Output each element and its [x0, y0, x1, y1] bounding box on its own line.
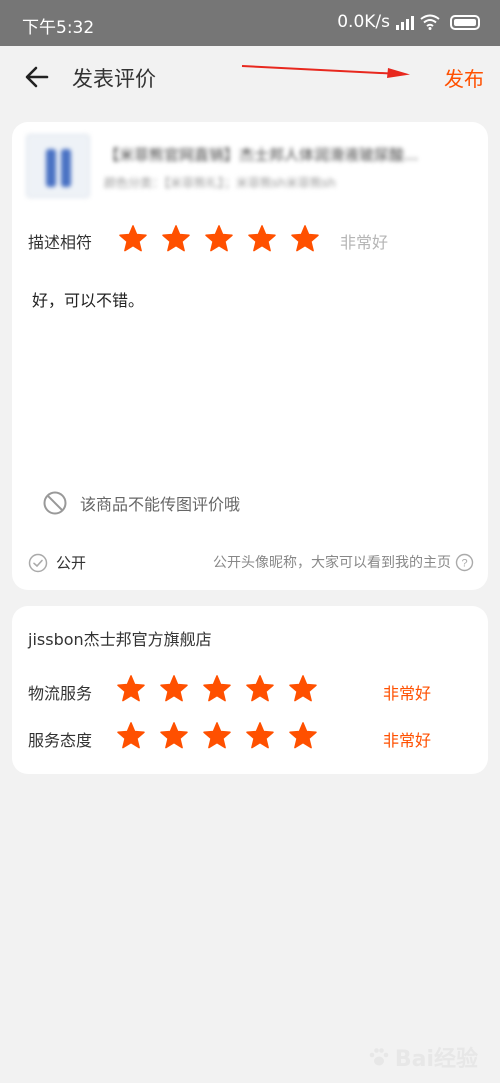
service-rating-stars[interactable] — [116, 721, 318, 751]
page-title: 发表评价 — [72, 67, 156, 91]
product-info: 【米菲熊官网直销】杰士邦人体润滑液玻尿酸... 颜色分类：【米菲熊礼】；米菲熊s… — [26, 134, 474, 210]
star-icon[interactable] — [159, 674, 189, 704]
check-circle-icon — [28, 553, 48, 572]
logistics-rating-grade: 非常好 — [383, 684, 432, 703]
shop-name: jissbon杰士邦官方旗舰店 — [28, 630, 212, 649]
description-rating-grade: 非常好 — [340, 233, 389, 252]
no-image-notice: 该商品不能传图评价哦 — [42, 490, 240, 516]
service-rating-label: 服务态度 — [28, 731, 93, 750]
star-icon[interactable] — [202, 721, 232, 751]
svg-text:?: ? — [461, 557, 467, 569]
service-rating-grade: 非常好 — [383, 731, 432, 750]
privacy-hint-text: 公开头像昵称，大家可以看到我的主页 — [213, 555, 451, 571]
product-title: 【米菲熊官网直销】杰士邦人体润滑液玻尿酸... — [104, 146, 419, 164]
network-speed: 0.0K/s — [337, 12, 390, 32]
star-icon[interactable] — [161, 224, 191, 254]
description-rating-label: 描述相符 — [28, 233, 93, 252]
status-time: 下午5:32 — [22, 18, 95, 38]
paw-icon — [369, 1048, 389, 1066]
watermark: Bai经验 — [367, 1041, 478, 1073]
description-rating-stars[interactable] — [118, 224, 320, 254]
logistics-rating-label: 物流服务 — [28, 684, 93, 703]
logistics-rating-stars[interactable] — [116, 674, 318, 704]
product-subtitle: 颜色分类：【米菲熊礼】；米菲熊sh米菲熊sh — [104, 176, 336, 190]
item-review-card: 【米菲熊官网直销】杰士邦人体润滑液玻尿酸... 颜色分类：【米菲熊礼】；米菲熊s… — [12, 122, 488, 590]
star-icon[interactable] — [288, 674, 318, 704]
watermark-text: Bai经验 — [394, 1047, 478, 1072]
product-thumbnail — [26, 134, 90, 198]
back-arrow-icon[interactable] — [22, 62, 52, 92]
signal-icon — [396, 15, 414, 30]
public-label: 公开 — [56, 554, 87, 572]
shop-rating-card: jissbon杰士邦官方旗舰店 物流服务 非常好 服务态度 非常好 — [12, 606, 488, 774]
star-icon[interactable] — [245, 674, 275, 704]
star-icon[interactable] — [288, 721, 318, 751]
help-icon[interactable]: ? — [455, 553, 474, 572]
battery-icon — [450, 14, 480, 30]
public-toggle[interactable]: 公开 — [28, 552, 86, 573]
star-icon[interactable] — [202, 674, 232, 704]
publish-button[interactable]: 发布 — [444, 63, 484, 92]
star-icon[interactable] — [204, 224, 234, 254]
annotation-arrow — [241, 65, 410, 78]
star-icon[interactable] — [290, 224, 320, 254]
no-image-text: 该商品不能传图评价哦 — [80, 495, 241, 514]
star-icon[interactable] — [116, 721, 146, 751]
privacy-hint: 公开头像昵称，大家可以看到我的主页 ? — [213, 552, 474, 572]
wifi-icon — [420, 14, 440, 30]
prohibited-icon — [43, 491, 67, 515]
star-icon[interactable] — [159, 721, 189, 751]
comment-textarea[interactable]: 好，可以不错。 — [32, 287, 144, 311]
star-icon[interactable] — [118, 224, 148, 254]
status-bar: 下午5:32 0.0K/s — [0, 0, 500, 46]
star-icon[interactable] — [245, 721, 275, 751]
status-right: 0.0K/s — [337, 12, 480, 32]
star-icon[interactable] — [116, 674, 146, 704]
star-icon[interactable] — [247, 224, 277, 254]
